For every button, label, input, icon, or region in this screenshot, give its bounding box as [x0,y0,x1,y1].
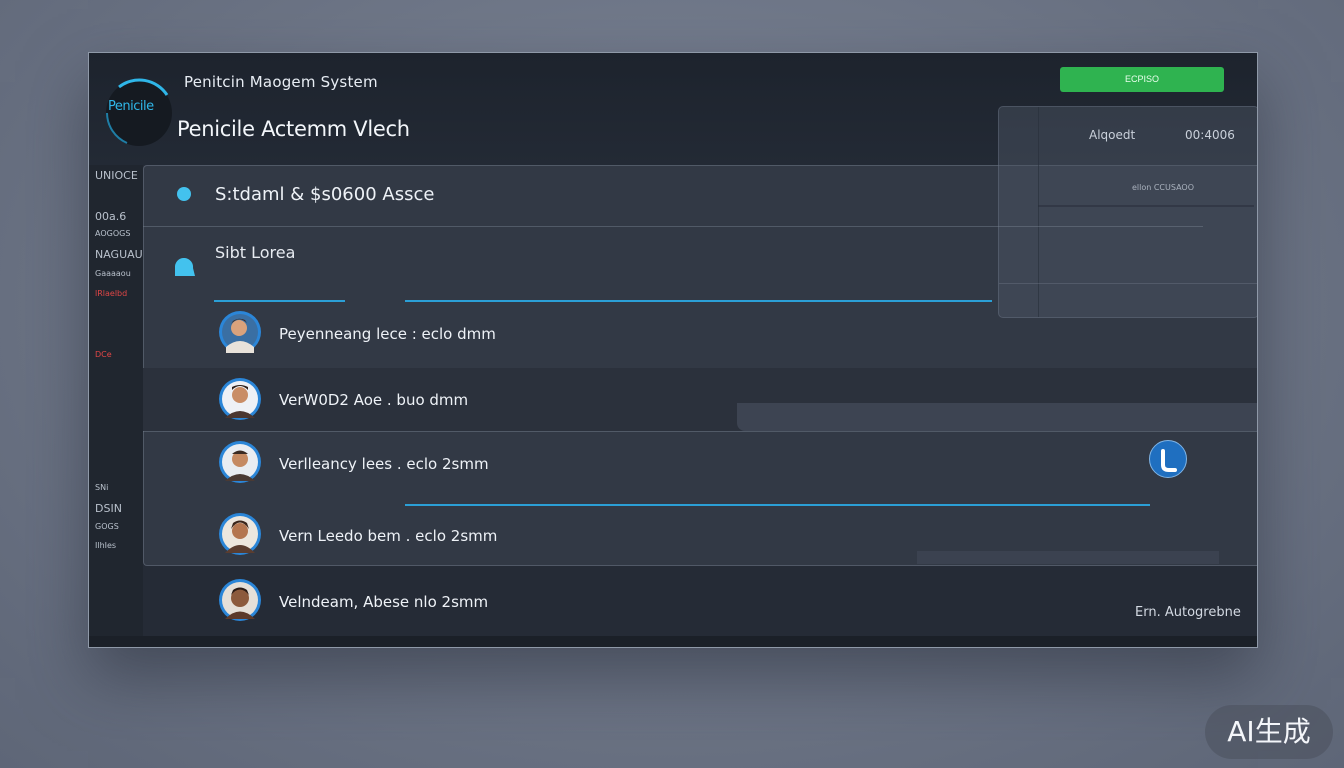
section-icon [175,257,195,276]
person-name: Peyenneang lece : eclo dmm [279,325,496,343]
sidebar-item[interactable]: UNIOCE [95,169,138,182]
tab-underline [214,300,345,302]
info-button[interactable] [1149,440,1187,478]
sidebar-item-alert[interactable]: DCe [95,350,112,359]
status-dot-icon [177,187,191,201]
left-sidebar: UNIOCE 00a.6 AOGOGS NAGUAU Gaaaaou lRlae… [89,165,143,647]
overlay-strip [917,551,1219,564]
progress-line [405,504,1150,506]
person-name: VerW0D2 Aoe . buo dmm [279,391,469,409]
app-title: Penitcin Maogem System [184,73,378,91]
avatar[interactable] [219,378,261,420]
watermark-badge: AI生成 [1205,705,1333,759]
panel-meta-label: Alqoedt [1089,128,1136,142]
sidebar-item[interactable]: GOGS [95,522,119,531]
avatar[interactable] [219,311,261,353]
row-divider [143,431,1257,432]
logo-wordmark: Penicile [108,99,154,114]
person-name: Velndeam, Abese nlo 2smm [279,593,489,611]
footer-status: Ern. Autogrebne [1135,605,1241,620]
sidebar-item[interactable]: 00a.6 [95,210,126,223]
app-window: Penicile Penitcin Maogem System Penicile… [88,52,1258,648]
avatar[interactable] [219,513,261,555]
sidebar-item[interactable]: IlhIes [95,541,116,550]
sidebar-item[interactable]: NAGUAU [95,248,143,261]
sidebar-item-alert[interactable]: lRlaelbd [95,289,127,298]
overlay-strip [737,403,1257,431]
sidebar-item[interactable]: Gaaaaou [95,269,131,278]
section-underline [405,300,992,302]
sidebar-item[interactable]: SNi [95,483,108,492]
section-title: Sibt Lorea [215,243,296,262]
app-logo: Penicile [97,73,183,149]
panel-divider [999,283,1257,284]
person-name: Verlleancy lees . eclo 2smm [279,455,489,473]
primary-action-button[interactable]: ECPISO [1060,67,1224,92]
bottom-bar [89,636,1257,647]
avatar[interactable] [219,441,261,483]
person-name: Vern Leedo bem . eclo 2smm [279,527,498,545]
page-title: Penicile Actemm Vlech [177,117,410,141]
panel-meta-value: 00:4006 [1185,128,1235,142]
sidebar-item[interactable]: AOGOGS [95,229,130,238]
system-row-label: S:tdaml & $s0600 Assce [215,184,435,205]
sidebar-item[interactable]: DSIN [95,502,122,515]
avatar[interactable] [219,579,261,621]
